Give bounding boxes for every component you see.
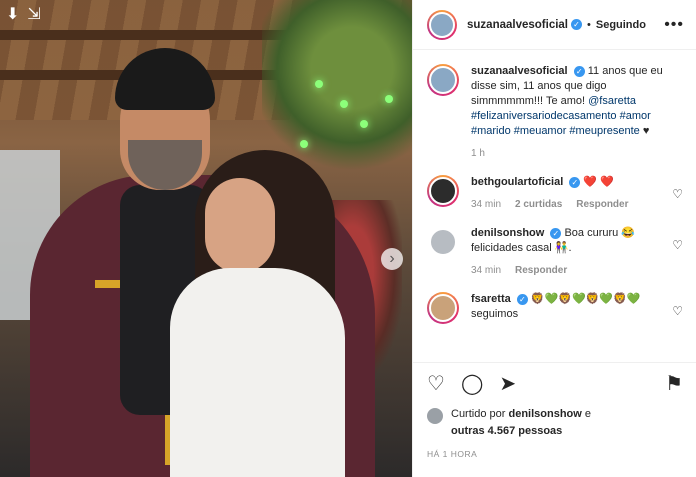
woman-face bbox=[205, 178, 275, 273]
separator-dot: • bbox=[587, 18, 591, 31]
avatar[interactable] bbox=[427, 408, 443, 424]
comment-time[interactable]: 34 min bbox=[471, 263, 501, 278]
caption-emoji: ♥ bbox=[642, 125, 650, 137]
verified-icon: ✓ bbox=[571, 19, 582, 30]
comment-icon[interactable]: ◯ bbox=[461, 371, 483, 396]
comment: bethgoulartoficial ✓ ❤️ ❤️ 34 min 2 curt… bbox=[427, 175, 683, 212]
comments-list[interactable]: suzanaalvesoficial ✓ 11 anos que eu diss… bbox=[413, 50, 696, 362]
light bbox=[300, 140, 308, 148]
comment: fsaretta ✓ 🦁💚🦁💚🦁💚🦁💚 seguimos ♡ bbox=[427, 292, 683, 324]
comment-likes[interactable]: 2 curtidas bbox=[515, 197, 562, 212]
more-options-icon[interactable]: ••• bbox=[664, 16, 684, 34]
bookmark-icon[interactable]: ⚑ bbox=[665, 371, 683, 396]
verified-icon: ✓ bbox=[516, 293, 528, 305]
share-icon[interactable]: ➤ bbox=[499, 371, 516, 396]
action-bar: ♡ ◯ ➤ ⚑ bbox=[413, 362, 696, 404]
comment: denilsonshow ✓ Boa cururu 😂 felicidades … bbox=[427, 226, 683, 278]
light bbox=[360, 120, 368, 128]
comment-username[interactable]: bethgoulartoficial bbox=[471, 176, 563, 188]
likes-user[interactable]: denilsonshow bbox=[508, 408, 581, 420]
comment-username[interactable]: denilsonshow bbox=[471, 227, 544, 239]
reply-button[interactable]: Responder bbox=[576, 197, 628, 212]
heart-icon[interactable]: ♡ bbox=[672, 187, 683, 201]
following-button[interactable]: Seguindo bbox=[596, 19, 646, 31]
heart-icon[interactable]: ♡ bbox=[672, 238, 683, 252]
likes-others[interactable]: outras 4.567 pessoas bbox=[451, 425, 562, 437]
comment-time[interactable]: 34 min bbox=[471, 197, 501, 212]
likes-prefix: Curtido por bbox=[451, 408, 506, 420]
avatar[interactable] bbox=[427, 175, 459, 207]
comment-text: ❤️ ❤️ bbox=[583, 176, 614, 188]
next-photo-button[interactable]: › bbox=[381, 248, 403, 270]
post-photo[interactable]: ⬇ ⇲ › bbox=[0, 0, 412, 477]
comment-text: 🦁💚🦁💚🦁💚🦁💚 bbox=[530, 293, 641, 305]
avatar[interactable] bbox=[427, 226, 459, 258]
avatar[interactable] bbox=[427, 9, 457, 40]
caption-mention[interactable]: @fsaretta bbox=[588, 95, 636, 107]
light bbox=[315, 80, 323, 88]
avatar[interactable] bbox=[427, 64, 459, 96]
hanging-plants bbox=[262, 0, 412, 170]
comment-text-cont: seguimos bbox=[471, 308, 519, 320]
caption-username[interactable]: suzanaalvesoficial bbox=[471, 65, 568, 77]
heart-icon[interactable]: ♡ bbox=[672, 304, 683, 318]
post-header: suzanaalvesoficial ✓ • Seguindo ••• bbox=[413, 0, 696, 50]
caption: suzanaalvesoficial ✓ 11 anos que eu diss… bbox=[427, 64, 683, 161]
post-side-panel: suzanaalvesoficial ✓ • Seguindo ••• suza… bbox=[412, 0, 696, 477]
photo-overlay-icons: ⬇ ⇲ bbox=[6, 4, 41, 24]
avatar[interactable] bbox=[427, 292, 459, 324]
arrow-down-icon[interactable]: ⬇ bbox=[6, 4, 19, 24]
post-timestamp[interactable]: HÁ 1 HORA bbox=[427, 449, 477, 459]
comment-username[interactable]: fsaretta bbox=[471, 293, 511, 305]
header-username[interactable]: suzanaalvesoficial bbox=[467, 19, 568, 31]
double-arrow-icon[interactable]: ⇲ bbox=[27, 4, 40, 24]
verified-icon: ✓ bbox=[569, 176, 581, 188]
woman-sweater bbox=[170, 268, 345, 477]
heart-icon[interactable]: ♡ bbox=[427, 371, 445, 396]
likes-summary: Curtido por denilsonshow e outras 4.567 … bbox=[427, 406, 591, 440]
caption-time[interactable]: 1 h bbox=[471, 146, 485, 161]
caption-hashtags[interactable]: #felizaniversariodecasamento #amor #mari… bbox=[471, 110, 651, 137]
light bbox=[340, 100, 348, 108]
verified-icon: ✓ bbox=[573, 65, 585, 77]
light bbox=[385, 95, 393, 103]
reply-button[interactable]: Responder bbox=[515, 263, 567, 278]
verified-icon: ✓ bbox=[550, 227, 562, 239]
likes-connector: e bbox=[584, 408, 592, 420]
instagram-post: ⬇ ⇲ › suzanaalvesoficial ✓ • Seguindo ••… bbox=[0, 0, 696, 477]
